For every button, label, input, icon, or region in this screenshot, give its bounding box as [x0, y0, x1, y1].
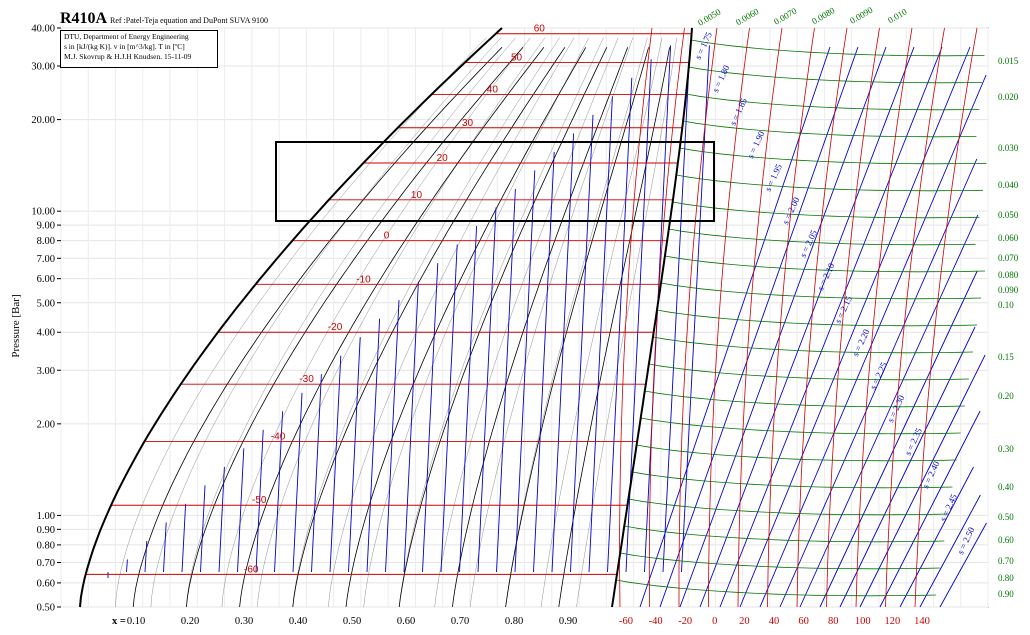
y-tick-label: 0.50 [37, 603, 55, 614]
isotherm-label: 50 [511, 53, 523, 64]
volume-label-right: 0.070 [998, 253, 1019, 263]
volume-label-right: 0.90 [998, 589, 1014, 599]
y-tick-label: 8.00 [37, 236, 55, 247]
volume-label-right: 0.50 [998, 512, 1014, 522]
isotherm-label: -60 [244, 564, 259, 575]
y-tick-label: 1.00 [37, 511, 55, 522]
info-line-3: M.J. Skovrup & H.J.H Knudsen. 15-11-09 [64, 52, 192, 61]
y-tick-label: 5.00 [37, 298, 55, 309]
x-quality-label: 0.30 [235, 616, 253, 627]
x-quality-label: 0.50 [343, 616, 361, 627]
x-temperature-label: 120 [885, 616, 901, 627]
volume-label-right: 0.30 [998, 444, 1014, 454]
y-tick-label: 30.00 [31, 62, 55, 73]
x-quality-label: 0.60 [397, 616, 415, 627]
reference-note: Ref :Patel-Teja equation and DuPont SUVA… [110, 16, 268, 25]
volume-label-right: 0.10 [998, 300, 1014, 310]
x-quality-label: 0.40 [289, 616, 307, 627]
volume-label-right: 0.050 [998, 210, 1019, 220]
y-tick-label: 0.90 [37, 525, 55, 536]
ph-diagram: 6050403020100-10-20-30-40-50-60s = 1.75s… [31, 4, 1019, 627]
x-quality-label: 0.10 [127, 616, 145, 627]
isotherm-label: 30 [462, 118, 474, 129]
volume-label-right: 0.80 [998, 573, 1014, 583]
y-tick-label: 6.00 [37, 274, 55, 285]
y-tick-label: 10.00 [31, 207, 55, 218]
volume-label-top: 0.0060 [734, 6, 761, 27]
volume-label-right: 0.20 [998, 391, 1014, 401]
volume-label-top: 0.010 [886, 6, 909, 25]
y-tick-label: 0.80 [37, 540, 55, 551]
isotherm-label: -50 [252, 495, 267, 506]
x-temperature-label: 100 [855, 616, 871, 627]
volume-label-right: 0.040 [998, 180, 1019, 190]
volume-label-right: 0.015 [998, 56, 1019, 66]
x-temperature-label: -20 [678, 616, 692, 627]
y-tick-label: 0.70 [37, 558, 55, 569]
x-temperature-label: -40 [649, 616, 663, 627]
volume-label-top: 0.0070 [772, 5, 799, 26]
volume-label-right: 0.080 [998, 270, 1019, 280]
x-temperature-label: 80 [828, 616, 839, 627]
volume-label-right: 0.70 [998, 556, 1014, 566]
y-tick-label: 9.00 [37, 221, 55, 232]
volume-label-right: 0.090 [998, 285, 1019, 295]
x-quality-label: 0.70 [451, 616, 469, 627]
isotherm-label: 0 [384, 231, 390, 242]
volume-label-right: 0.020 [998, 92, 1019, 102]
isotherm-label: 10 [411, 190, 423, 201]
y-axis-label: Pressure [Bar] [10, 294, 22, 358]
x-quality-label: 0.20 [181, 616, 199, 627]
volume-label-right: 0.15 [998, 352, 1014, 362]
x-temperature-label: 40 [769, 616, 780, 627]
volume-label-right: 0.030 [998, 143, 1019, 153]
isotherm-label: 20 [437, 153, 449, 164]
isotherm-label: 60 [534, 24, 546, 35]
y-tick-label: 2.00 [37, 419, 55, 430]
x-quality-label: 0.80 [505, 616, 523, 627]
volume-label-right: 0.40 [998, 482, 1014, 492]
x-temperature-label: 140 [914, 616, 930, 627]
x-temperature-label: 20 [739, 616, 750, 627]
chart-title: R410A [60, 10, 108, 27]
y-tick-label: 20.00 [31, 115, 55, 126]
y-tick-label: 3.00 [37, 366, 55, 377]
isotherm-label: 40 [487, 84, 499, 95]
isotherm-label: -20 [328, 322, 343, 333]
info-box: DTU, Department of Energy Engineering s … [60, 30, 218, 68]
info-line-2: s in [kJ/(kg K)]. v in [m^3/kg]. T in [º… [64, 42, 185, 51]
volume-label-top: 0.0050 [696, 6, 723, 27]
y-tick-label: 0.60 [37, 578, 55, 589]
y-tick-label: 7.00 [37, 254, 55, 265]
x-temperature-label: 60 [798, 616, 809, 627]
x-quality-prefix: x = [112, 616, 126, 627]
isotherm-label: -40 [271, 432, 286, 443]
isotherm-label: -10 [356, 274, 371, 285]
volume-label-top: 0.0090 [848, 4, 875, 25]
volume-label-top: 0.0080 [810, 5, 837, 26]
y-tick-label: 4.00 [37, 328, 55, 339]
y-tick-label: 40.00 [31, 24, 55, 35]
isotherm-label: -30 [299, 374, 314, 385]
x-quality-label: 0.90 [559, 616, 577, 627]
x-temperature-label: -60 [619, 616, 633, 627]
info-line-1: DTU, Department of Energy Engineering [64, 32, 189, 41]
x-temperature-label: 0 [712, 616, 717, 627]
volume-label-right: 0.60 [998, 535, 1014, 545]
volume-label-right: 0.060 [998, 233, 1019, 243]
